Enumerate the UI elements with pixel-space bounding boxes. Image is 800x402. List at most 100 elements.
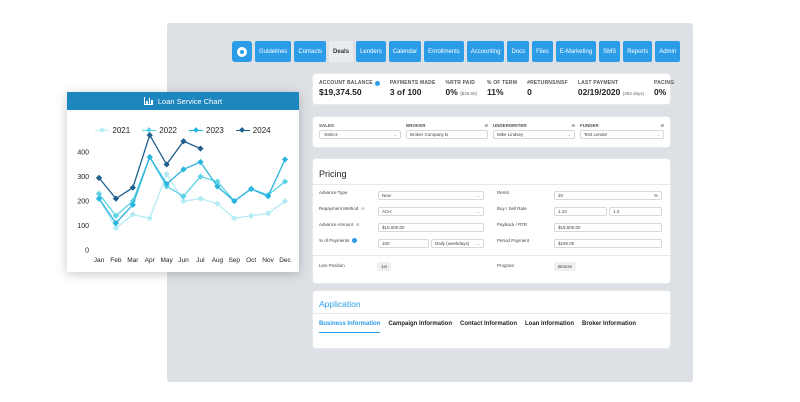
stat-label: #RETURNS/NSF — [527, 80, 568, 86]
chevron-down-icon: ⌄ — [656, 132, 660, 137]
advance-amount-label: Advance Amount — [319, 222, 354, 227]
x-tick-label: Sep — [228, 257, 240, 264]
sales-select[interactable]: -Select- ⌄ — [319, 130, 401, 139]
advance-amount-value: $10,000.00 — [382, 225, 405, 230]
info-icon[interactable] — [374, 80, 380, 86]
nav-reports[interactable]: Reports — [623, 41, 653, 62]
y-tick-label: 0 — [85, 248, 89, 255]
advance-type-label: Advance Type — [319, 190, 348, 195]
tab-broker-information[interactable]: Broker Information — [582, 321, 636, 333]
stage: Guidelines Contacts Deals Lenders Calend… — [0, 0, 800, 402]
funder-select[interactable]: Test Lender ⌄ — [580, 130, 664, 139]
nav-accounting[interactable]: Accounting — [466, 41, 505, 62]
nav-admin[interactable]: Admin — [655, 41, 681, 62]
payment-frequency-select[interactable]: Daily (weekdays) ⌄ — [431, 239, 484, 248]
data-point[interactable] — [197, 145, 204, 152]
payback-label: Payback / RTR — [497, 222, 528, 227]
data-point[interactable] — [281, 156, 289, 163]
payback-value: $19,500.00 — [558, 225, 581, 230]
tab-contact-information[interactable]: Contact Information — [460, 321, 517, 333]
tab-loan-information[interactable]: Loan Information — [525, 321, 574, 333]
series-line — [98, 133, 201, 200]
remit-input[interactable]: 20% — [554, 191, 662, 200]
data-point[interactable] — [146, 215, 153, 222]
stat-value: $19,374.50 — [319, 87, 362, 97]
repayment-method-label: Repayment Method — [319, 206, 359, 211]
buy-sell-label: Buy / Sell Rate — [497, 206, 527, 211]
advance-type-value: New — [382, 193, 392, 198]
nav-enrollments[interactable]: Enrollments — [424, 41, 464, 62]
funder-label: FUNDER — [580, 123, 599, 128]
data-point[interactable] — [163, 171, 170, 178]
y-tick-label: 200 — [77, 199, 89, 206]
stat-sub: (483 days) — [622, 91, 645, 96]
data-point[interactable] — [248, 212, 255, 219]
underwriter-select[interactable]: Mike Lindsey ⌄ — [493, 130, 575, 139]
underwriter-label: UNDERWRITER — [493, 123, 527, 128]
sales-label: SALES — [319, 123, 335, 128]
x-tick-label: Dec — [279, 257, 291, 264]
stat-label: PAYMENTS MADE — [389, 80, 436, 86]
underwriter-field: UNDERWRITER ✉ Mike Lindsey ⌄ — [493, 123, 575, 139]
lien-position-label: Lien Position — [319, 263, 345, 268]
envelope-icon[interactable]: ✉ — [572, 123, 575, 128]
nav-sms[interactable]: SMS — [599, 41, 621, 62]
nav-docs[interactable]: Docs — [507, 41, 530, 62]
loan-service-chart-card: Loan Service Chart 2021 2022 2023 2024 0 100… — [67, 92, 299, 272]
chevron-down-icon: ⌄ — [476, 241, 480, 246]
envelope-icon[interactable]: ✉ — [361, 206, 364, 211]
buy-rate-input[interactable]: 1.10 — [554, 207, 607, 216]
deal-stats-card: ACCOUNT BALANCE $19,374.50 PAYMENTS MADE… — [313, 74, 674, 104]
divider — [313, 313, 670, 314]
x-tick-label: Aug — [212, 257, 224, 264]
y-tick-label: 400 — [77, 150, 89, 157]
broker-field: BROKER ✉ Broker Company B — [406, 123, 488, 139]
pct-payments-input[interactable]: 100 — [378, 239, 429, 248]
application-tabs: Business Information Campaign Informatio… — [319, 321, 636, 333]
stat-value: 11% — [486, 87, 504, 97]
envelope-icon[interactable]: ✉ — [356, 222, 359, 227]
nav-contacts[interactable]: Contacts — [294, 41, 327, 62]
envelope-icon[interactable]: ✉ — [661, 123, 664, 128]
envelope-icon[interactable]: ✉ — [485, 123, 488, 128]
program-badge[interactable]: Bronze — [554, 262, 577, 271]
funder-field: FUNDER ✉ Test Lender ⌄ — [580, 123, 664, 139]
period-payment-input[interactable]: $195.00 — [554, 239, 662, 248]
stat-label: % OF TERM — [486, 80, 518, 86]
sell-rate-input[interactable]: 1.3 — [609, 207, 662, 216]
broker-select[interactable]: Broker Company B — [406, 130, 488, 139]
stat-of-term: % OF TERM 11% — [487, 80, 517, 98]
pct-payments-label: % of Payments — [319, 238, 350, 243]
payback-input[interactable]: $19,500.00 — [554, 223, 662, 232]
stat-sub: ($45.50) — [460, 91, 477, 96]
circle-logo-icon[interactable] — [232, 41, 252, 62]
data-point[interactable] — [197, 195, 204, 202]
stat-value: 3 of 100 — [389, 87, 422, 97]
repayment-method-select[interactable]: ACH ⌄ — [378, 207, 484, 216]
data-point[interactable] — [146, 131, 153, 139]
nav-deals[interactable]: Deals — [329, 41, 354, 62]
data-point[interactable] — [146, 153, 153, 161]
tab-campaign-information[interactable]: Campaign Information — [388, 321, 452, 333]
nav-lenders[interactable]: Lenders — [356, 41, 386, 62]
application-card: Application Business Information Campaig… — [313, 291, 670, 348]
sell-rate-value: 1.3 — [613, 209, 620, 214]
stat-last-payment: LAST PAYMENT 02/19/2020 (483 days) — [578, 80, 644, 98]
funder-value: Test Lender — [584, 132, 608, 137]
top-nav: Guidelines Contacts Deals Lenders Calend… — [232, 41, 681, 62]
series-line — [98, 172, 286, 229]
underwriter-value: Mike Lindsey — [497, 132, 524, 137]
advance-type-select[interactable]: New ⌄ — [378, 191, 484, 200]
nav-e-marketing[interactable]: E-Marketing — [555, 41, 597, 62]
nav-files[interactable]: Files — [532, 41, 553, 62]
lien-position-badge[interactable]: 1st — [377, 262, 392, 271]
info-icon[interactable] — [352, 238, 358, 243]
broker-label: BROKER — [406, 123, 426, 128]
sales-value: -Select- — [323, 132, 339, 137]
tab-business-information[interactable]: Business Information — [319, 321, 381, 333]
x-tick-label: Jan — [94, 257, 105, 264]
nav-guidelines[interactable]: Guidelines — [255, 41, 292, 62]
nav-calendar[interactable]: Calendar — [388, 41, 422, 62]
advance-amount-input[interactable]: $10,000.00 — [378, 223, 484, 232]
period-payment-label: Period Payment — [497, 238, 530, 243]
